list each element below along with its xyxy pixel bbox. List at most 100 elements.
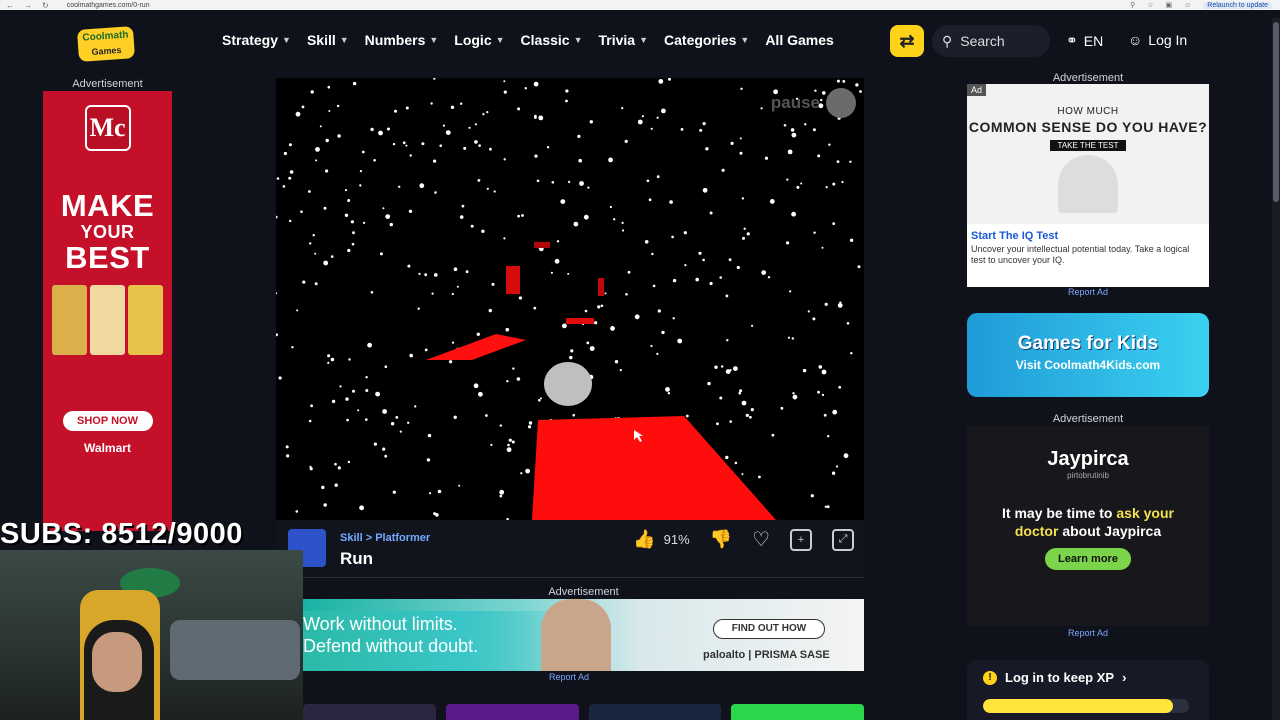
star [295,510,299,513]
add-to-playlist-icon[interactable]: + [790,528,812,551]
star [578,158,582,163]
find-out-how-button[interactable]: FIND OUT HOW [713,619,825,639]
menu-categories[interactable]: Categories ▼ [664,32,749,48]
star [486,111,489,114]
menu-trivia[interactable]: Trivia ▼ [599,32,649,48]
pause-button[interactable]: pause [771,88,856,118]
jaypirca-ad[interactable]: Jaypirca pirtobrutinib It may be time to… [967,426,1209,626]
reload-icon[interactable]: ↻ [42,1,49,10]
fullscreen-icon[interactable]: ⤢ [832,528,854,551]
menu-strategy[interactable]: Strategy ▼ [222,32,291,48]
star [384,365,388,369]
scrollbar-thumb[interactable] [1273,22,1279,202]
search-button[interactable]: ⚲ Search [932,25,1050,57]
star [821,393,825,397]
star [450,105,455,109]
iq-test-ad[interactable]: Ad HOW MUCH COMMON SENSE DO YOU HAVE? TA… [967,84,1209,287]
address-bar[interactable]: coolmathgames.com/0-run [67,2,150,9]
star [310,90,314,94]
site-logo[interactable]: Coolmath Games [76,26,136,62]
page-scrollbar[interactable] [1272,18,1280,720]
star [823,413,827,417]
mid-ad-banner[interactable]: Work without limits. Defend without doub… [303,599,864,671]
star [278,376,282,380]
learn-more-button[interactable]: Learn more [1045,548,1131,570]
star [405,144,408,147]
relaunch-button[interactable]: Relaunch to update [1203,1,1272,9]
star [725,369,731,374]
star [327,85,331,89]
star [463,146,467,150]
pause-dot-icon [826,88,856,118]
star [841,180,844,184]
report-ad-link[interactable]: Report Ad [303,672,835,682]
iq-test-link[interactable]: Start The IQ Test [967,224,1209,242]
game-card[interactable] [588,704,722,720]
star [323,503,327,507]
zoom-icon[interactable]: ⚲ [1130,1,1135,9]
star [789,290,792,293]
platform-far [566,318,594,324]
star [424,348,428,352]
bookmark-star-icon[interactable]: ☆ [1147,1,1153,9]
xp-panel[interactable]: ! Log in to keep XP › [967,660,1209,720]
report-ad-link[interactable]: Report Ad [967,287,1209,297]
star [783,124,787,127]
star [568,180,571,183]
game-card[interactable] [445,704,579,720]
menu-classic[interactable]: Classic ▼ [521,32,583,48]
star [587,186,590,189]
language-selector[interactable]: ⚭ EN [1066,32,1103,49]
left-ad-banner[interactable]: Mc MAKE YOUR BEST SHOP NOW Walmart [43,91,172,531]
breadcrumb-platformer[interactable]: Platformer [375,532,430,544]
star [456,285,459,288]
chevron-down-icon: ▼ [740,35,750,45]
star [508,438,512,442]
star [573,221,579,227]
star [327,354,331,358]
profile-icon[interactable]: ☺ [1184,2,1191,9]
menu-all-games[interactable]: All Games [765,32,833,48]
star [433,78,436,80]
star [490,443,493,446]
star [634,314,640,320]
star [334,462,337,466]
breadcrumb-skill[interactable]: Skill [340,532,363,544]
chevron-down-icon: ▼ [495,35,505,45]
star [503,90,507,94]
star [323,260,329,266]
xp-login-link[interactable]: Log in to keep XP [1005,670,1114,685]
report-ad-link[interactable]: Report Ad [967,628,1209,638]
star [572,413,575,417]
menu-logic[interactable]: Logic ▼ [454,32,504,48]
back-icon[interactable]: ← [6,1,14,10]
thumbs-down-icon[interactable]: 👎 [710,529,732,550]
star [427,433,432,438]
shop-now-button[interactable]: SHOP NOW [62,411,153,431]
menu-numbers[interactable]: Numbers ▼ [365,32,439,48]
thumbs-up-icon[interactable]: 👍 [633,529,655,550]
star [339,385,342,388]
star [584,309,588,313]
star [301,105,305,109]
menu-skill[interactable]: Skill ▼ [307,32,349,48]
heart-icon[interactable]: ♡ [752,527,770,552]
game-card[interactable] [731,704,864,720]
random-game-button[interactable]: ⇄ [890,25,924,57]
star [370,291,374,294]
game-canvas[interactable]: pause [276,78,864,520]
star [637,119,643,125]
game-card[interactable] [303,704,436,720]
coolmath4kids-banner[interactable]: Games for Kids Visit Coolmath4Kids.com [967,313,1209,397]
star [288,176,292,180]
extensions-icon[interactable]: ▣ [1166,1,1173,9]
login-button[interactable]: ☺ Log In [1128,32,1187,48]
forward-icon[interactable]: → [24,1,32,10]
star [485,414,488,417]
star [505,327,510,332]
star [470,224,474,228]
star [414,405,417,408]
star [347,460,351,464]
take-test-button[interactable]: TAKE THE TEST [1049,140,1127,151]
star [309,465,312,468]
